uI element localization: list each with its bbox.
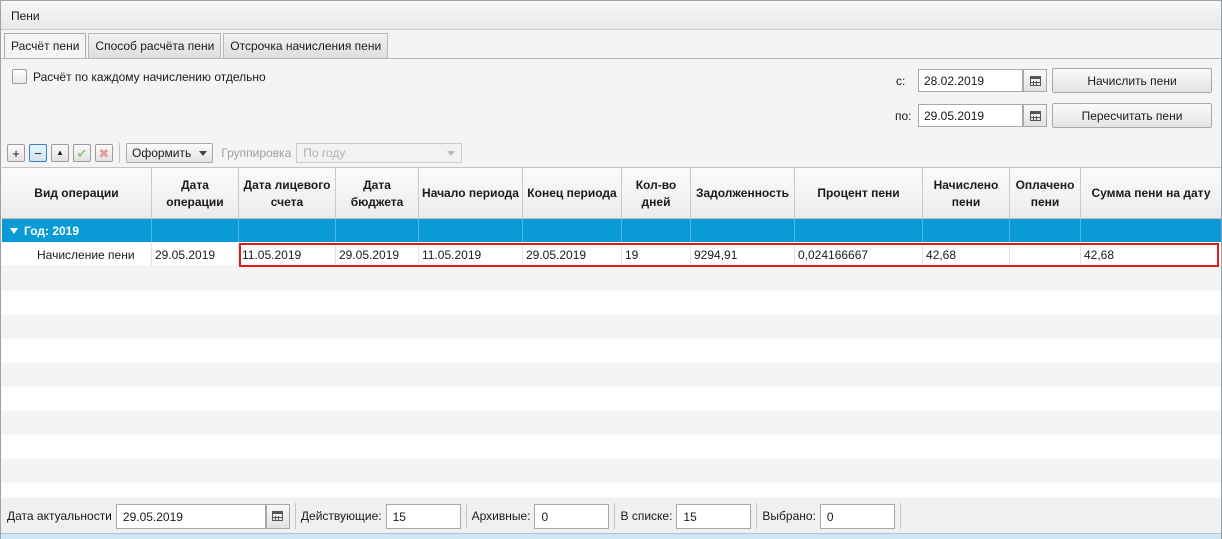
col-period-end[interactable]: Конец периода [523,168,622,219]
selected-count-field: 0 [819,503,895,529]
col-penalty-rate[interactable]: Процент пени [795,168,923,219]
move-up-button[interactable]: ▲ [51,144,69,162]
remove-button[interactable]: − [29,144,47,162]
empty-row [2,387,1221,411]
cell-operation-date: 29.05.2019 [152,243,239,267]
to-date-calendar-button[interactable] [1023,104,1047,127]
col-period-start[interactable]: Начало периода [419,168,523,219]
active-count-label: Действующие: [300,509,382,523]
tab-bar: Расчёт пени Способ расчёта пени Отсрочка… [4,33,390,59]
from-date-field[interactable]: 28.02.2019 [918,69,1023,92]
tab-divider [1,58,1221,59]
format-dropdown[interactable]: Оформить [126,143,214,163]
window-title: Пени [1,1,1221,30]
empty-row [2,411,1221,435]
col-operation-type[interactable]: Вид операции [2,168,152,219]
expand-triangle-icon [10,228,18,234]
to-date-field[interactable]: 29.05.2019 [918,104,1023,127]
empty-row [2,459,1221,483]
selected-count-label: Выбрано: [762,509,816,523]
in-list-count-label: В списке: [620,509,673,523]
actual-date-label: Дата актуальности [7,509,112,523]
actual-date-field[interactable]: 29.05.2019 [115,503,266,529]
recalc-penalty-button[interactable]: Пересчитать пени [1052,103,1212,128]
window-bottom-border [1,533,1221,539]
status-bar: Дата актуальности 29.05.2019 Действующие… [1,499,1221,533]
grouping-label: Группировка [221,146,292,160]
per-accrual-option[interactable]: Расчёт по каждому начислению отдельно [12,69,266,84]
confirm-button[interactable]: ✔ [73,144,91,162]
grid-header: Вид операции Дата операции Дата лицевого… [2,168,1221,219]
arrow-up-icon: ▲ [56,148,64,157]
calendar-icon [1029,75,1041,86]
row-highlight-frame [239,243,1219,267]
chevron-down-icon [199,150,208,156]
col-penalty-paid[interactable]: Оплачено пени [1010,168,1081,219]
col-account-date[interactable]: Дата лицевого счета [239,168,336,219]
status-divider [614,503,616,529]
col-days[interactable]: Кол-во дней [622,168,691,219]
delete-button[interactable]: ✖ [95,144,113,162]
col-penalty-accrued[interactable]: Начислено пени [923,168,1010,219]
grid-toolbar: + − ▲ ✔ ✖ Оформить Группировка По году [7,143,463,163]
col-budget-date[interactable]: Дата бюджета [336,168,419,219]
plus-icon: + [12,145,20,161]
chevron-down-icon [447,150,456,156]
checkmark-icon: ✔ [76,145,88,161]
archive-count-label: Архивные: [471,509,531,523]
status-divider [465,503,467,529]
tab-deferral[interactable]: Отсрочка начисления пени [223,33,389,58]
grouping-select[interactable]: По году [296,143,463,163]
col-penalty-sum-on-date[interactable]: Сумма пени на дату [1081,168,1221,219]
col-operation-date[interactable]: Дата операции [152,168,239,219]
empty-row [2,291,1221,315]
penalty-grid[interactable]: Вид операции Дата операции Дата лицевого… [2,167,1221,497]
in-list-count-field: 15 [676,503,752,529]
group-label: Год: 2019 [24,224,80,238]
calc-penalty-button[interactable]: Начислить пени [1052,68,1212,93]
group-toggle[interactable]: Год: 2019 [10,224,79,238]
tab-penalty-calc[interactable]: Расчёт пени [4,33,87,59]
from-date-calendar-button[interactable] [1023,69,1047,92]
tab-calc-method[interactable]: Способ расчёта пени [88,33,222,58]
status-divider [756,503,758,529]
empty-row [2,315,1221,339]
calendar-icon [272,511,284,521]
toolbar-divider [119,143,120,163]
calendar-icon [1029,110,1041,121]
from-date-label: с: [896,74,906,88]
empty-row [2,435,1221,459]
empty-row [2,267,1221,291]
cell-operation-type: Начисление пени [2,243,152,267]
per-accrual-checkbox[interactable] [12,69,27,84]
empty-row [2,339,1221,363]
status-divider [294,503,296,529]
minus-icon: − [34,145,42,161]
penalty-window: Пени Расчёт пени Способ расчёта пени Отс… [0,0,1222,539]
to-date-label: по: [895,109,912,123]
per-accrual-label: Расчёт по каждому начислению отдельно [33,69,266,84]
actual-date-calendar-button[interactable] [265,503,290,529]
format-label: Оформить [132,146,192,160]
group-row[interactable]: Год: 2019 [2,219,1221,242]
col-debt[interactable]: Задолженность [691,168,795,219]
grouping-value: По году [303,146,346,160]
archive-count-field: 0 [534,503,610,529]
add-button[interactable]: + [7,144,25,162]
cross-icon: ✖ [98,145,110,161]
status-divider [899,503,901,529]
active-count-field: 15 [385,503,461,529]
empty-row [2,363,1221,387]
